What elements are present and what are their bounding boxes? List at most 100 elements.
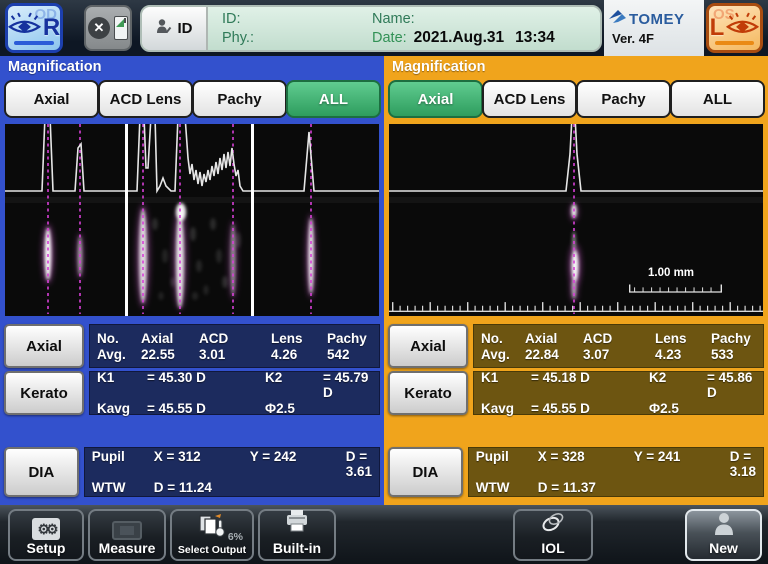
tab-label: Axial (34, 91, 70, 108)
os-kerato-row: Kerato K1 = 45.18 D K2 = 45.86 D Kavg = … (388, 371, 764, 415)
tab-label: ACD Lens (110, 91, 182, 108)
output-percent-badge: 6% (228, 531, 243, 543)
os-tab-axial[interactable]: Axial (388, 80, 483, 118)
od-tab-axial[interactable]: Axial (4, 80, 99, 118)
os-dia-values: Pupil X = 328 Y = 241 D = 3.18 WTW D = 1… (468, 447, 764, 497)
od-tab-acd-lens[interactable]: ACD Lens (98, 80, 193, 118)
dia-button-label: DIA (412, 464, 438, 481)
os-measurement-panel: Magnification Axial ACD Lens Pachy ALL (384, 56, 768, 505)
os-tab-all[interactable]: ALL (670, 80, 765, 118)
dia-button-label: DIA (28, 464, 54, 481)
lens-value: 4.23 (655, 347, 711, 362)
right-eye-button[interactable]: OD R (5, 3, 63, 53)
kavg-value: = 45.55 D (147, 401, 265, 416)
os-ascan-graphic: 1.00 mm (389, 124, 763, 316)
setup-button[interactable]: ⚙⚙ Setup (8, 509, 84, 561)
new-person-icon (712, 511, 736, 540)
k2-value: = 45.86 D (707, 370, 756, 400)
builtin-label: Built-in (273, 540, 321, 557)
tab-label: Pachy (601, 91, 645, 108)
measure-button[interactable]: Measure (88, 509, 166, 561)
probe-icon (114, 16, 128, 40)
os-axial-values: No. Axial ACD Lens Pachy Avg. 22.84 3.07… (473, 324, 764, 368)
physician-label: Phy.: (222, 30, 372, 46)
kerato-button-label: Kerato (404, 385, 452, 402)
axial-button-label: Axial (410, 338, 446, 355)
avg-label: Avg. (481, 347, 525, 362)
col-no: No. (481, 331, 525, 346)
od-axial-button[interactable]: Axial (4, 324, 84, 368)
od-kerato-values: K1 = 45.30 D K2 = 45.79 D Kavg = 45.55 D… (89, 371, 380, 415)
left-eye-button[interactable]: OS L (706, 3, 763, 53)
od-tab-pachy[interactable]: Pachy (192, 80, 287, 118)
os-tab-pachy[interactable]: Pachy (576, 80, 671, 118)
col-axial: Axial (141, 331, 199, 346)
os-ascan-display[interactable]: 1.00 mm (389, 124, 763, 316)
od-kerato-button[interactable]: Kerato (4, 371, 84, 415)
col-acd: ACD (199, 331, 271, 346)
patient-id-button[interactable]: ID (142, 7, 208, 50)
tab-label: ALL (703, 91, 732, 108)
k2-value: = 45.79 D (323, 370, 372, 400)
measure-label: Measure (99, 540, 156, 557)
axial-button-label: Axial (26, 338, 62, 355)
k1-value: = 45.18 D (531, 370, 649, 400)
left-eye-icon (726, 12, 759, 43)
probe-status-button[interactable]: ✕ (84, 5, 132, 51)
patient-id-label: ID: (222, 11, 372, 27)
col-acd: ACD (583, 331, 655, 346)
col-lens: Lens (655, 331, 711, 346)
os-axial-row: Axial No. Axial ACD Lens Pachy Avg. 22.8… (388, 324, 764, 368)
patient-info-panel: ID: Name: Phy.: Date: 2021.Aug.31 13:34 (208, 7, 600, 50)
os-tab-acd-lens[interactable]: ACD Lens (482, 80, 577, 118)
tab-label: ACD Lens (494, 91, 566, 108)
builtin-printer-button[interactable]: Built-in (258, 509, 336, 561)
col-pachy: Pachy (711, 331, 756, 346)
os-kerato-button[interactable]: Kerato (388, 371, 468, 415)
os-axial-button[interactable]: Axial (388, 324, 468, 368)
time-value: 13:34 (515, 29, 555, 47)
new-label: New (709, 540, 738, 557)
os-dia-row: DIA Pupil X = 328 Y = 241 D = 3.18 WTW D… (388, 447, 764, 497)
os-magnification-label: Magnification (392, 59, 485, 75)
k2-label: K2 (265, 370, 323, 400)
left-eye-underline (715, 41, 754, 45)
od-tab-all[interactable]: ALL (286, 80, 381, 118)
brand-area: TOMEY Ver. 4F (604, 0, 704, 56)
printer-icon (284, 509, 310, 540)
brand-name: TOMEY (629, 11, 685, 28)
avg-label: Avg. (97, 347, 141, 362)
col-no: No. (97, 331, 141, 346)
os-dia-button[interactable]: DIA (388, 447, 463, 497)
od-dia-values: Pupil X = 312 Y = 242 D = 3.61 WTW D = 1… (84, 447, 380, 497)
select-output-button[interactable]: 6% Select Output (170, 509, 254, 561)
pachy-value: 542 (327, 347, 372, 362)
section-divider (251, 124, 254, 316)
tab-label: Axial (418, 91, 454, 108)
right-eye-label: R (43, 16, 60, 40)
scale-label: 1.00 mm (648, 267, 694, 279)
kavg-label: Kavg (481, 401, 531, 416)
gears-icon: ⚙⚙ (32, 518, 60, 540)
patient-id-group: ID ID: Name: Phy.: Date: 2021.Aug.31 13:… (140, 5, 602, 52)
od-magnification-tabs: Axial ACD Lens Pachy ALL (4, 80, 380, 118)
od-dia-button[interactable]: DIA (4, 447, 79, 497)
tab-label: ALL (319, 91, 348, 108)
tomey-logo-icon (609, 10, 626, 29)
kerato-button-label: Kerato (20, 385, 68, 402)
select-output-icon (197, 513, 227, 544)
version-label: Ver. 4F (609, 31, 704, 46)
phi-value: Φ2.5 (265, 401, 323, 416)
od-axial-values: No. Axial ACD Lens Pachy Avg. 22.55 3.01… (89, 324, 380, 368)
acd-value: 3.01 (199, 347, 271, 362)
iol-lens-icon (538, 509, 568, 540)
os-kerato-values: K1 = 45.18 D K2 = 45.86 D Kavg = 45.55 D… (473, 371, 764, 415)
date-label: Date: (372, 30, 407, 46)
od-ascan-display[interactable] (5, 124, 379, 316)
iol-button[interactable]: IOL (513, 509, 593, 561)
lens-value: 4.26 (271, 347, 327, 362)
iol-label: IOL (541, 540, 564, 557)
phi-value: Φ2.5 (649, 401, 707, 416)
new-patient-button[interactable]: New (685, 509, 762, 561)
date-value: 2021.Aug.31 (414, 29, 504, 47)
